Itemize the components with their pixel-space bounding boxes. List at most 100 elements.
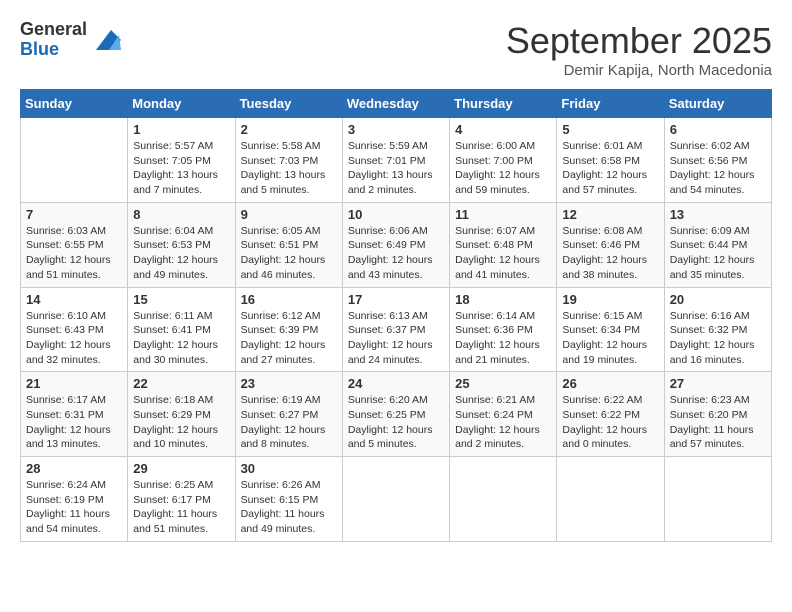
day-info: Sunrise: 6:24 AM Sunset: 6:19 PM Dayligh… <box>26 478 122 537</box>
day-info: Sunrise: 6:08 AM Sunset: 6:46 PM Dayligh… <box>562 224 658 283</box>
day-number: 16 <box>241 292 337 307</box>
calendar-week-row: 1 Sunrise: 5:57 AM Sunset: 7:05 PM Daylig… <box>21 118 772 203</box>
day-info: Sunrise: 6:09 AM Sunset: 6:44 PM Dayligh… <box>670 224 766 283</box>
day-number: 18 <box>455 292 551 307</box>
column-header-thursday: Thursday <box>450 90 557 118</box>
day-info: Sunrise: 6:05 AM Sunset: 6:51 PM Dayligh… <box>241 224 337 283</box>
day-number: 23 <box>241 376 337 391</box>
column-header-wednesday: Wednesday <box>342 90 449 118</box>
calendar-cell: 29 Sunrise: 6:25 AM Sunset: 6:17 PM Dayli… <box>128 457 235 542</box>
day-number: 29 <box>133 461 229 476</box>
day-info: Sunrise: 6:15 AM Sunset: 6:34 PM Dayligh… <box>562 309 658 368</box>
logo-icon <box>91 25 121 55</box>
calendar-cell: 9 Sunrise: 6:05 AM Sunset: 6:51 PM Daylig… <box>235 202 342 287</box>
day-info: Sunrise: 6:00 AM Sunset: 7:00 PM Dayligh… <box>455 139 551 198</box>
day-number: 15 <box>133 292 229 307</box>
day-info: Sunrise: 6:23 AM Sunset: 6:20 PM Dayligh… <box>670 393 766 452</box>
calendar-cell: 20Sunrise: 6:16 AM Sunset: 6:32 PM Dayli… <box>664 287 771 372</box>
day-number: 5 <box>562 122 658 137</box>
calendar-cell <box>450 457 557 542</box>
day-info: Sunrise: 6:20 AM Sunset: 6:25 PM Dayligh… <box>348 393 444 452</box>
calendar-cell: 26Sunrise: 6:22 AM Sunset: 6:22 PM Dayli… <box>557 372 664 457</box>
column-header-monday: Monday <box>128 90 235 118</box>
day-number: 22 <box>133 376 229 391</box>
calendar-week-row: 14 Sunrise: 6:10 AM Sunset: 6:43 PM Dayli… <box>21 287 772 372</box>
day-number: 19 <box>562 292 658 307</box>
day-info: Sunrise: 6:02 AM Sunset: 6:56 PM Dayligh… <box>670 139 766 198</box>
calendar-cell: 18 Sunrise: 6:14 AM Sunset: 6:36 PM Dayli… <box>450 287 557 372</box>
calendar-cell <box>557 457 664 542</box>
day-number: 25 <box>455 376 551 391</box>
calendar-cell: 11 Sunrise: 6:07 AM Sunset: 6:48 PM Dayli… <box>450 202 557 287</box>
page-header: General Blue September 2025 Demir Kapija… <box>20 20 772 79</box>
day-info: Sunrise: 6:25 AM Sunset: 6:17 PM Dayligh… <box>133 478 229 537</box>
calendar-cell: 28 Sunrise: 6:24 AM Sunset: 6:19 PM Dayli… <box>21 457 128 542</box>
day-info: Sunrise: 6:12 AM Sunset: 6:39 PM Dayligh… <box>241 309 337 368</box>
day-info: Sunrise: 5:58 AM Sunset: 7:03 PM Dayligh… <box>241 139 337 198</box>
calendar-week-row: 7 Sunrise: 6:03 AM Sunset: 6:55 PM Daylig… <box>21 202 772 287</box>
day-info: Sunrise: 5:57 AM Sunset: 7:05 PM Dayligh… <box>133 139 229 198</box>
day-number: 26 <box>562 376 658 391</box>
day-number: 1 <box>133 122 229 137</box>
day-info: Sunrise: 6:10 AM Sunset: 6:43 PM Dayligh… <box>26 309 122 368</box>
calendar-cell: 10 Sunrise: 6:06 AM Sunset: 6:49 PM Dayli… <box>342 202 449 287</box>
day-number: 12 <box>562 207 658 222</box>
calendar-cell: 12 Sunrise: 6:08 AM Sunset: 6:46 PM Dayli… <box>557 202 664 287</box>
calendar-cell: 25Sunrise: 6:21 AM Sunset: 6:24 PM Dayli… <box>450 372 557 457</box>
calendar-cell: 24Sunrise: 6:20 AM Sunset: 6:25 PM Dayli… <box>342 372 449 457</box>
calendar-week-row: 28 Sunrise: 6:24 AM Sunset: 6:19 PM Dayli… <box>21 457 772 542</box>
logo: General Blue <box>20 20 121 60</box>
calendar-cell: 7 Sunrise: 6:03 AM Sunset: 6:55 PM Daylig… <box>21 202 128 287</box>
calendar-cell: 4 Sunrise: 6:00 AM Sunset: 7:00 PM Daylig… <box>450 118 557 203</box>
day-number: 9 <box>241 207 337 222</box>
location-subtitle: Demir Kapija, North Macedonia <box>506 62 772 79</box>
title-block: September 2025 Demir Kapija, North Maced… <box>506 20 772 79</box>
day-info: Sunrise: 6:13 AM Sunset: 6:37 PM Dayligh… <box>348 309 444 368</box>
day-info: Sunrise: 6:01 AM Sunset: 6:58 PM Dayligh… <box>562 139 658 198</box>
day-number: 3 <box>348 122 444 137</box>
calendar-cell: 14 Sunrise: 6:10 AM Sunset: 6:43 PM Dayli… <box>21 287 128 372</box>
day-info: Sunrise: 6:14 AM Sunset: 6:36 PM Dayligh… <box>455 309 551 368</box>
day-info: Sunrise: 6:03 AM Sunset: 6:55 PM Dayligh… <box>26 224 122 283</box>
day-number: 7 <box>26 207 122 222</box>
logo-general-text: General <box>20 20 87 40</box>
day-number: 2 <box>241 122 337 137</box>
day-info: Sunrise: 6:16 AM Sunset: 6:32 PM Dayligh… <box>670 309 766 368</box>
calendar-cell: 8Sunrise: 6:04 AM Sunset: 6:53 PM Daylig… <box>128 202 235 287</box>
calendar-cell: 1 Sunrise: 5:57 AM Sunset: 7:05 PM Daylig… <box>128 118 235 203</box>
day-info: Sunrise: 6:18 AM Sunset: 6:29 PM Dayligh… <box>133 393 229 452</box>
calendar-cell: 3Sunrise: 5:59 AM Sunset: 7:01 PM Daylig… <box>342 118 449 203</box>
day-number: 13 <box>670 207 766 222</box>
day-info: Sunrise: 6:06 AM Sunset: 6:49 PM Dayligh… <box>348 224 444 283</box>
calendar-cell: 2 Sunrise: 5:58 AM Sunset: 7:03 PM Daylig… <box>235 118 342 203</box>
calendar-table: SundayMondayTuesdayWednesdayThursdayFrid… <box>20 89 772 542</box>
calendar-cell: 27Sunrise: 6:23 AM Sunset: 6:20 PM Dayli… <box>664 372 771 457</box>
calendar-cell: 23Sunrise: 6:19 AM Sunset: 6:27 PM Dayli… <box>235 372 342 457</box>
day-number: 11 <box>455 207 551 222</box>
column-header-friday: Friday <box>557 90 664 118</box>
column-header-saturday: Saturday <box>664 90 771 118</box>
calendar-cell <box>342 457 449 542</box>
day-number: 10 <box>348 207 444 222</box>
day-number: 17 <box>348 292 444 307</box>
calendar-header-row: SundayMondayTuesdayWednesdayThursdayFrid… <box>21 90 772 118</box>
logo-blue-text: Blue <box>20 40 87 60</box>
day-info: Sunrise: 6:26 AM Sunset: 6:15 PM Dayligh… <box>241 478 337 537</box>
calendar-cell <box>664 457 771 542</box>
day-number: 4 <box>455 122 551 137</box>
day-number: 30 <box>241 461 337 476</box>
day-info: Sunrise: 6:11 AM Sunset: 6:41 PM Dayligh… <box>133 309 229 368</box>
calendar-cell: 19 Sunrise: 6:15 AM Sunset: 6:34 PM Dayli… <box>557 287 664 372</box>
day-info: Sunrise: 6:17 AM Sunset: 6:31 PM Dayligh… <box>26 393 122 452</box>
calendar-cell: 16 Sunrise: 6:12 AM Sunset: 6:39 PM Dayli… <box>235 287 342 372</box>
day-number: 28 <box>26 461 122 476</box>
day-number: 6 <box>670 122 766 137</box>
calendar-cell <box>21 118 128 203</box>
day-number: 14 <box>26 292 122 307</box>
month-title: September 2025 <box>506 20 772 62</box>
column-header-tuesday: Tuesday <box>235 90 342 118</box>
calendar-cell: 17 Sunrise: 6:13 AM Sunset: 6:37 PM Dayli… <box>342 287 449 372</box>
column-header-sunday: Sunday <box>21 90 128 118</box>
day-info: Sunrise: 6:07 AM Sunset: 6:48 PM Dayligh… <box>455 224 551 283</box>
calendar-cell: 13 Sunrise: 6:09 AM Sunset: 6:44 PM Dayli… <box>664 202 771 287</box>
